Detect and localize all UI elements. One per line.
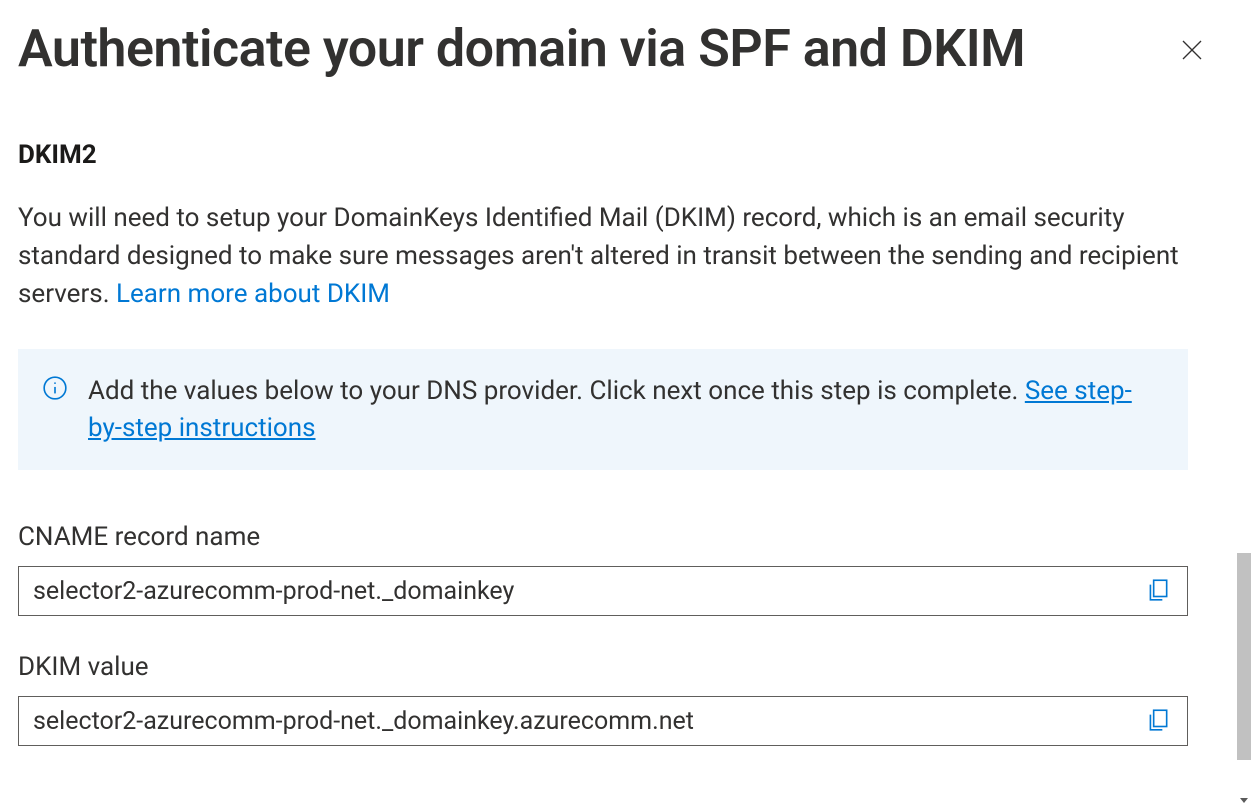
cname-field-group: CNAME record name: [18, 522, 1188, 616]
cname-copy-field: [18, 566, 1188, 616]
info-banner-message: Add the values below to your DNS provide…: [88, 376, 1025, 406]
scroll-down-button[interactable]: [1236, 792, 1252, 808]
close-icon: [1180, 38, 1204, 65]
page-title: Authenticate your domain via SPF and DKI…: [18, 18, 1025, 80]
cname-label: CNAME record name: [18, 522, 1188, 552]
dkim-value-field-group: DKIM value: [18, 652, 1188, 746]
dkim-value-copy-button[interactable]: [1139, 701, 1177, 742]
scrollbar-track[interactable]: [1236, 0, 1252, 808]
authenticate-domain-panel: Authenticate your domain via SPF and DKI…: [0, 0, 1252, 808]
dkim-value-copy-field: [18, 696, 1188, 746]
cname-copy-button[interactable]: [1139, 571, 1177, 612]
copy-icon: [1145, 707, 1171, 736]
close-button[interactable]: [1172, 30, 1212, 73]
panel-header: Authenticate your domain via SPF and DKI…: [18, 18, 1252, 80]
info-banner: Add the values below to your DNS provide…: [18, 349, 1188, 470]
dkim-description: You will need to setup your DomainKeys I…: [18, 200, 1188, 313]
info-icon: [42, 375, 68, 405]
copy-icon: [1145, 577, 1171, 606]
learn-more-dkim-link[interactable]: Learn more about DKIM: [116, 279, 390, 309]
panel-content: DKIM2 You will need to setup your Domain…: [18, 140, 1252, 746]
dkim-value-label: DKIM value: [18, 652, 1188, 682]
info-banner-text: Add the values below to your DNS provide…: [88, 373, 1160, 446]
dkim-value-input[interactable]: [33, 707, 1139, 736]
cname-input[interactable]: [33, 577, 1139, 606]
scrollbar-thumb[interactable]: [1237, 553, 1251, 760]
section-heading-dkim2: DKIM2: [18, 140, 1188, 170]
